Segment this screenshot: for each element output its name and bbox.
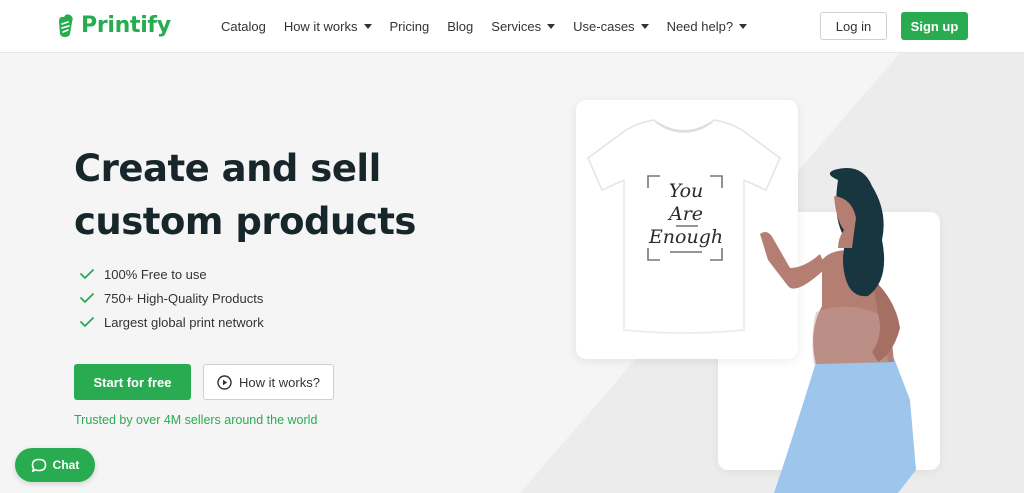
- check-icon: [80, 293, 94, 303]
- tshirt-print-line-1: You: [669, 180, 704, 202]
- nav-services[interactable]: Services: [491, 19, 556, 34]
- check-icon: [80, 317, 94, 327]
- chat-button[interactable]: Chat: [15, 448, 95, 482]
- feature-item: 100% Free to use: [80, 262, 264, 286]
- play-circle-icon: [217, 374, 232, 390]
- woman-illustration: [760, 168, 916, 493]
- chevron-down-icon: [640, 24, 649, 29]
- hero-title-line-2: custom products: [74, 200, 416, 243]
- feature-item: Largest global print network: [80, 310, 264, 334]
- how-it-works-button[interactable]: How it works?: [203, 364, 334, 400]
- nav-label: Services: [491, 19, 542, 34]
- main-nav: Catalog How it works Pricing Blog Servic…: [221, 0, 748, 53]
- nav-blog[interactable]: Blog: [447, 19, 473, 34]
- nav-label: Catalog: [221, 19, 266, 34]
- chat-label: Chat: [52, 458, 80, 472]
- hero-illustration: You Are Enough: [587, 119, 916, 493]
- login-button[interactable]: Log in: [820, 12, 887, 40]
- feature-item: 750+ High-Quality Products: [80, 286, 264, 310]
- logo-text: Printify: [81, 12, 171, 38]
- how-it-works-label: How it works?: [239, 374, 320, 390]
- feature-label: Largest global print network: [104, 314, 264, 330]
- check-icon: [80, 269, 94, 279]
- nav-catalog[interactable]: Catalog: [221, 19, 266, 34]
- nav-pricing[interactable]: Pricing: [390, 19, 430, 34]
- hero-title: Create and sell custom products: [74, 142, 474, 248]
- chevron-down-icon: [363, 24, 372, 29]
- feature-list: 100% Free to use 750+ High-Quality Produ…: [80, 262, 264, 334]
- start-for-free-button[interactable]: Start for free: [74, 364, 191, 400]
- chevron-down-icon: [547, 24, 556, 29]
- logo-icon: [59, 14, 73, 38]
- hero-title-line-1: Create and sell: [74, 147, 381, 190]
- nav-use-cases[interactable]: Use-cases: [573, 19, 649, 34]
- chat-bubble-icon: [31, 458, 46, 472]
- signup-button[interactable]: Sign up: [901, 12, 968, 40]
- site-header: Printify Catalog How it works Pricing Bl…: [0, 0, 1024, 53]
- trusted-text: Trusted by over 4M sellers around the wo…: [74, 413, 318, 427]
- feature-label: 100% Free to use: [104, 266, 207, 282]
- nav-label: How it works: [283, 19, 358, 34]
- tshirt-print-line-2: Are: [667, 203, 703, 225]
- nav-label: Need help?: [666, 19, 734, 34]
- chevron-down-icon: [739, 24, 748, 29]
- nav-label: Pricing: [389, 19, 430, 34]
- logo[interactable]: Printify: [55, 12, 171, 38]
- tshirt-print-line-3: Enough: [648, 226, 723, 248]
- nav-label: Blog: [447, 19, 474, 34]
- nav-label: Use-cases: [573, 19, 635, 34]
- nav-need-help[interactable]: Need help?: [667, 19, 748, 34]
- feature-label: 750+ High-Quality Products: [104, 290, 264, 306]
- nav-how-it-works[interactable]: How it works: [284, 19, 372, 34]
